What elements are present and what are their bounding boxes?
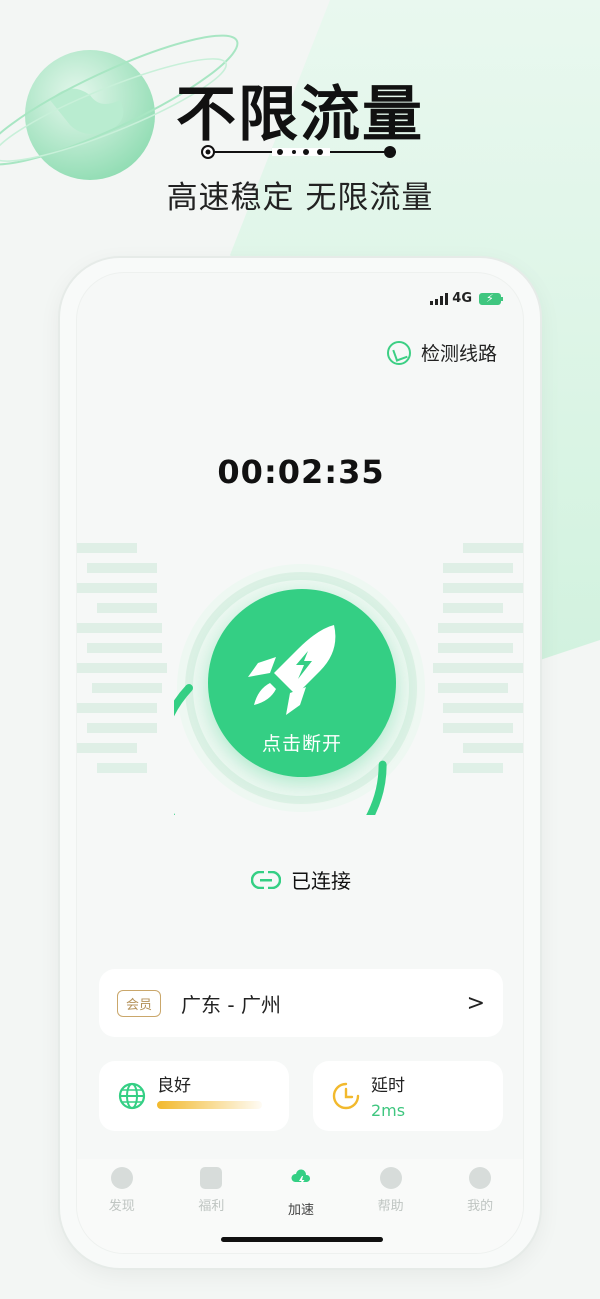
disconnect-label: 点击断开 (261, 733, 342, 755)
latency-value: 2ms (371, 1101, 406, 1120)
globe-network-icon (118, 1082, 146, 1110)
phone-screen: 4G ⚡ 检测线路 00:02:35 点击断开 已连接 会员 广东 - 广州 >… (76, 272, 524, 1254)
detect-route-button[interactable]: 检测线路 (386, 339, 497, 366)
clock-icon (332, 1082, 360, 1110)
quality-bar (157, 1101, 262, 1109)
network-type: 4G (452, 291, 472, 306)
profile-icon (469, 1167, 492, 1189)
connection-status-label: 已连接 (291, 869, 351, 893)
battery-icon: ⚡ (479, 292, 503, 305)
quality-label: 良好 (157, 1076, 191, 1096)
promo-subtitle: 高速稳定 无限流量 (166, 180, 434, 216)
gift-icon (200, 1167, 223, 1189)
signal-stripes-right (433, 543, 523, 773)
latency-label: 延时 (371, 1076, 405, 1096)
help-icon (379, 1167, 402, 1189)
vip-badge: 会员 (117, 989, 162, 1017)
connection-status: 已连接 (77, 865, 523, 894)
tab-profile[interactable]: 我的 (435, 1159, 523, 1253)
server-name: 广东 - 广州 (181, 992, 281, 1017)
latency-card: 延时 2ms (313, 1061, 503, 1131)
promo-divider (201, 145, 396, 159)
status-bar: 4G ⚡ (430, 291, 503, 306)
home-indicator (221, 1237, 383, 1242)
route-check-icon (386, 340, 411, 365)
tab-label: 加速 (287, 1203, 314, 1218)
tab-label: 帮助 (377, 1199, 404, 1214)
detect-route-label: 检测线路 (420, 343, 497, 365)
tab-label: 福利 (198, 1199, 225, 1214)
server-selector[interactable]: 会员 广东 - 广州 > (99, 969, 503, 1037)
link-icon (251, 870, 281, 889)
cloud-bolt-icon (291, 1169, 311, 1186)
signal-icon (430, 292, 449, 305)
connection-timer: 00:02:35 (217, 453, 385, 491)
tab-label: 发现 (108, 1199, 135, 1214)
rocket-icon (248, 625, 336, 715)
tab-label: 我的 (467, 1199, 494, 1214)
disconnect-button[interactable]: 点击断开 (208, 589, 396, 777)
chevron-right-icon: > (466, 990, 485, 1016)
tab-discover[interactable]: 发现 (77, 1159, 167, 1253)
compass-icon (110, 1167, 133, 1189)
quality-card: 良好 (99, 1061, 289, 1131)
signal-stripes-left (77, 543, 167, 773)
